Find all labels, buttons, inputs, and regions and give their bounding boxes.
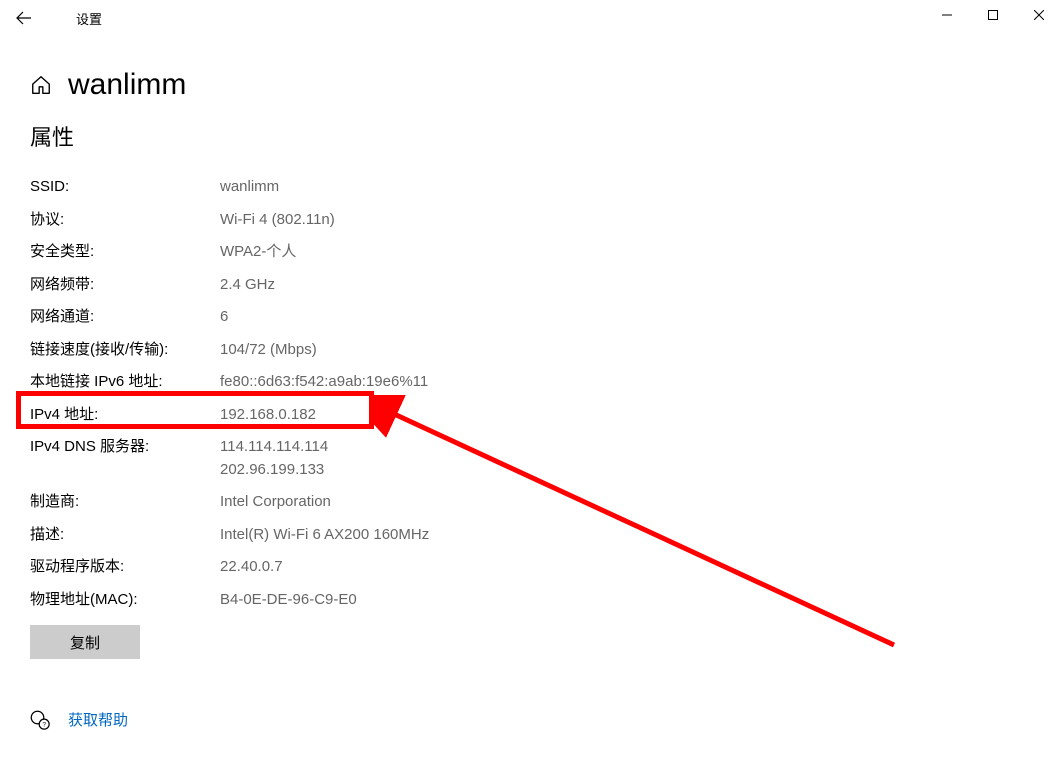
prop-value-ipv6: fe80::6d63:f542:a9ab:19e6%11 xyxy=(220,371,1032,394)
minimize-icon xyxy=(942,10,952,20)
prop-value-protocol: Wi-Fi 4 (802.11n) xyxy=(220,209,1032,232)
prop-label-channel: 网络通道: xyxy=(30,306,220,329)
maximize-button[interactable] xyxy=(970,0,1016,30)
prop-value-mac: B4-0E-DE-96-C9-E0 xyxy=(220,589,1032,612)
maximize-icon xyxy=(988,10,998,20)
prop-label-security: 安全类型: xyxy=(30,241,220,264)
prop-label-linkspeed: 链接速度(接收/传输): xyxy=(30,339,220,362)
prop-label-ipv6: 本地链接 IPv6 地址: xyxy=(30,371,220,394)
prop-value-linkspeed: 104/72 (Mbps) xyxy=(220,339,1032,362)
prop-value-security: WPA2-个人 xyxy=(220,241,1032,264)
prop-value-driverver: 22.40.0.7 xyxy=(220,556,1032,579)
prop-value-band: 2.4 GHz xyxy=(220,274,1032,297)
page-title: wanlimm xyxy=(68,68,186,102)
section-title: 属性 xyxy=(30,120,1032,152)
prop-value-description: Intel(R) Wi-Fi 6 AX200 160MHz xyxy=(220,524,1032,547)
back-button[interactable] xyxy=(8,2,40,34)
prop-label-protocol: 协议: xyxy=(30,209,220,232)
titlebar-left: 设置 xyxy=(8,2,102,34)
prop-label-driverver: 驱动程序版本: xyxy=(30,556,220,579)
prop-value-manufacturer: Intel Corporation xyxy=(220,491,1032,514)
window-title: 设置 xyxy=(76,9,102,28)
prop-label-mac: 物理地址(MAC): xyxy=(30,589,220,612)
dns-line2: 202.96.199.133 xyxy=(220,459,1032,482)
prop-value-ipv4: 192.168.0.182 xyxy=(220,404,1032,427)
content: wanlimm 属性 SSID: wanlimm 协议: Wi-Fi 4 (80… xyxy=(0,36,1062,659)
help-link[interactable]: 获取帮助 xyxy=(68,709,128,730)
help-icon: ? xyxy=(30,710,50,730)
prop-label-description: 描述: xyxy=(30,524,220,547)
prop-value-channel: 6 xyxy=(220,306,1032,329)
prop-label-ipv4dns: IPv4 DNS 服务器: xyxy=(30,436,220,481)
home-icon[interactable] xyxy=(30,74,52,96)
close-icon xyxy=(1034,10,1044,20)
close-button[interactable] xyxy=(1016,0,1062,30)
window-controls xyxy=(924,0,1062,36)
dns-line1: 114.114.114.114 xyxy=(220,436,1032,459)
prop-label-manufacturer: 制造商: xyxy=(30,491,220,514)
minimize-button[interactable] xyxy=(924,0,970,30)
prop-label-ipv4: IPv4 地址: xyxy=(30,404,220,427)
prop-value-ipv4dns: 114.114.114.114 202.96.199.133 xyxy=(220,436,1032,481)
prop-label-ssid: SSID: xyxy=(30,176,220,199)
back-arrow-icon xyxy=(16,10,32,26)
properties-table: SSID: wanlimm 协议: Wi-Fi 4 (802.11n) 安全类型… xyxy=(30,176,1032,611)
copy-button[interactable]: 复制 xyxy=(30,625,140,659)
prop-value-ssid: wanlimm xyxy=(220,176,1032,199)
help-row: ? 获取帮助 xyxy=(30,709,128,730)
header-row: wanlimm xyxy=(30,68,1032,102)
titlebar: 设置 xyxy=(0,0,1062,36)
prop-label-band: 网络频带: xyxy=(30,274,220,297)
svg-text:?: ? xyxy=(42,721,46,728)
